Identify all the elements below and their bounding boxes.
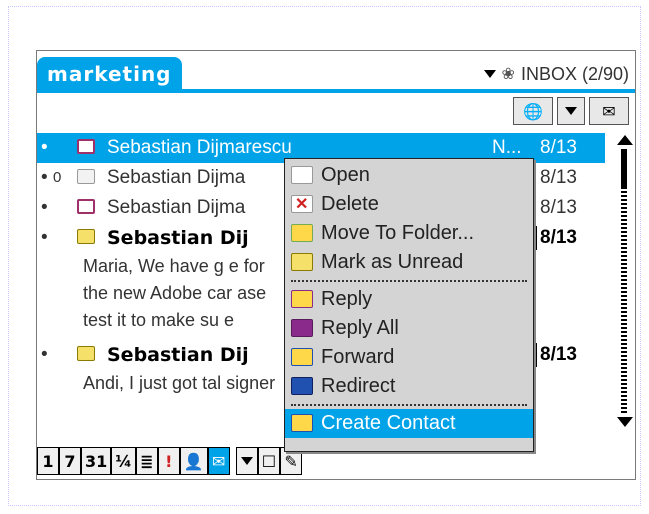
reply-icon [291, 290, 313, 308]
menu-item-create-contact[interactable]: Create Contact [285, 409, 533, 438]
unread-mail-icon [77, 346, 95, 361]
view-quarter-button[interactable]: ¼ [111, 447, 136, 475]
bullet: • [41, 197, 48, 218]
folder-icon: ❀ [501, 66, 515, 83]
envelopes-icon: ✉ [602, 101, 616, 121]
contact-icon [291, 414, 313, 432]
scroll-track[interactable] [621, 191, 627, 413]
column-divider [535, 343, 537, 367]
move-folder-icon [291, 224, 313, 242]
sender: Sebastian Dijmarescu [107, 137, 292, 158]
scroll-up-icon[interactable] [617, 135, 633, 145]
column-divider [535, 226, 537, 250]
menu-item-label: Reply All [321, 317, 399, 339]
chevron-down-icon [240, 457, 253, 465]
compose-button[interactable]: ✉ [589, 97, 629, 125]
folder-label[interactable]: INBOX (2/90) [521, 64, 629, 85]
reply-all-icon [291, 319, 313, 337]
folder-selector[interactable]: ❀ INBOX (2/90) [483, 61, 629, 87]
sender: Sebastian Dij [107, 344, 249, 366]
unread-mail-icon [77, 229, 95, 244]
menu-item-label: Reply [321, 288, 373, 310]
bullet: • [41, 137, 48, 158]
menu-dropdown-button[interactable] [235, 447, 258, 475]
sync-button[interactable]: 🌐 [513, 97, 553, 125]
date: 8/13 [540, 137, 577, 158]
context-menu: Open Delete Move To Folder... Mark as Un… [284, 158, 534, 452]
date: 8/13 [540, 167, 577, 188]
chevron-down-icon [565, 107, 577, 115]
view-1-button[interactable]: 1 [37, 447, 59, 475]
menu-item-label: Mark as Unread [321, 251, 464, 273]
view-7-button[interactable]: 7 [59, 447, 81, 475]
envelope-icon: ✉ [212, 451, 226, 471]
bullet: • [41, 344, 48, 365]
menu-item-label: Create Contact [321, 412, 456, 434]
menu-item-open[interactable]: Open [285, 161, 533, 190]
sender: Sebastian Dij [107, 227, 249, 249]
menu-separator [291, 404, 527, 406]
contacts-button[interactable]: 👤 [179, 447, 208, 475]
scrollbar[interactable] [615, 135, 635, 427]
menu-item-forward[interactable]: Forward [285, 343, 533, 372]
menu-item-label: Move To Folder... [321, 222, 475, 244]
sender: Sebastian Dijma [107, 167, 246, 188]
bullet: • [41, 227, 48, 248]
menu-item-mark-unread[interactable]: Mark as Unread [285, 248, 533, 277]
open-envelope-icon [291, 166, 313, 184]
read-mail-icon [77, 169, 95, 184]
view-31-button[interactable]: 31 [81, 447, 112, 475]
date: 8/13 [540, 344, 577, 365]
sender: Sebastian Dijma [107, 197, 246, 218]
dropdown-arrow-icon[interactable] [483, 70, 496, 78]
menu-item-move-to-folder[interactable]: Move To Folder... [285, 219, 533, 248]
menu-item-reply-all[interactable]: Reply All [285, 314, 533, 343]
toolbar: 🌐 ✉ [513, 97, 629, 125]
menu-item-label: Redirect [321, 375, 396, 397]
menu-dropdown-button[interactable] [557, 97, 585, 125]
menu-item-label: Open [321, 164, 370, 186]
category-tab[interactable]: marketing [37, 57, 182, 91]
delete-x-icon [291, 190, 313, 219]
mail-button[interactable]: ✉ [207, 447, 230, 475]
list-view-button[interactable]: ≣ [135, 447, 158, 475]
menu-item-reply[interactable]: Reply [285, 285, 533, 314]
forwarded-mail-icon [77, 139, 95, 154]
blank-page-icon: ☐ [261, 451, 277, 471]
priority-button[interactable]: ! [157, 447, 180, 475]
menu-item-label: Delete [321, 193, 379, 215]
date: 8/13 [540, 227, 577, 248]
forward-icon [291, 348, 313, 366]
menu-item-delete[interactable]: Delete [285, 190, 533, 219]
scroll-down-icon[interactable] [617, 417, 633, 427]
forwarded-mail-icon [77, 199, 95, 214]
menu-item-redirect[interactable]: Redirect [285, 372, 533, 401]
menu-separator [291, 280, 527, 282]
attachment-icon: 0 [53, 169, 62, 186]
bullet: • [41, 167, 48, 188]
unread-envelope-icon [291, 253, 313, 271]
person-icon: 👤 [183, 451, 204, 471]
menu-item-label: Forward [321, 346, 395, 368]
title-rule [37, 89, 635, 93]
date: 8/13 [540, 197, 577, 218]
new-item-button[interactable]: ☐ [257, 447, 281, 475]
redirect-icon [291, 377, 313, 395]
globe-icon: 🌐 [523, 101, 543, 121]
scroll-thumb[interactable] [621, 149, 627, 189]
tools-icon: ✎ [284, 451, 298, 471]
